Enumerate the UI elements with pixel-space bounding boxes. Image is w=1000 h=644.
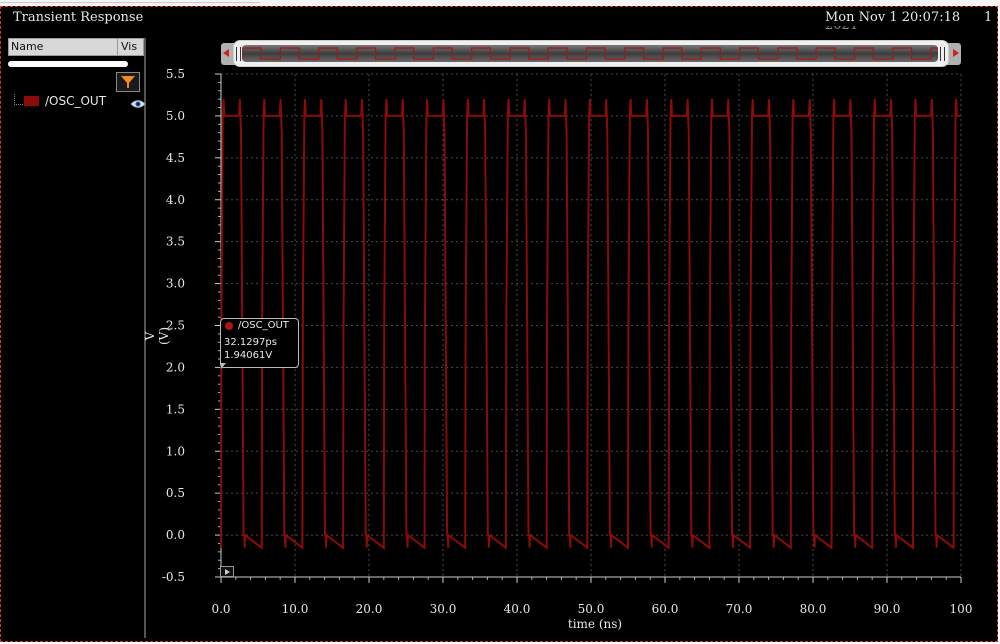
x-tick-label: 100 <box>950 602 973 616</box>
tooltip-y-value: 1.94061V <box>224 350 273 361</box>
y-tick-label: 0.5 <box>166 486 185 500</box>
y-tick-label: 2.0 <box>166 360 185 374</box>
tooltip-signal-dot <box>225 322 233 330</box>
tooltip-pointer <box>221 363 226 369</box>
x-axis-label: time (ns) <box>567 617 623 631</box>
x-tick-label: 20.0 <box>356 602 383 616</box>
tooltip-x-value: 32.1297ps <box>224 337 277 348</box>
x-tick-label: 60.0 <box>652 602 679 616</box>
x-tick-label: 70.0 <box>726 602 753 616</box>
x-tick-label: 30.0 <box>430 602 457 616</box>
y-tick-label: 5.0 <box>166 109 185 123</box>
y-tick-label: 1.5 <box>166 402 185 416</box>
y-tick-label: 5.5 <box>166 67 185 81</box>
y-tick-label: -0.5 <box>162 570 185 584</box>
y-tick-label: 4.5 <box>166 151 185 165</box>
tooltip-signal-name: /OSC_OUT <box>238 320 289 331</box>
x-tick-label: 40.0 <box>504 602 531 616</box>
y-tick-label: 4.0 <box>166 193 185 207</box>
y-tick-label: 3.0 <box>166 277 185 291</box>
marker-tooltip[interactable]: /OSC_OUT 32.1297ps 1.94061V <box>220 318 299 368</box>
x-tick-label: 0.0 <box>211 602 230 616</box>
x-tick-label: 10.0 <box>282 602 309 616</box>
y-tick-label: 3.5 <box>166 235 185 249</box>
x-tick-label: 80.0 <box>800 602 827 616</box>
play-button[interactable] <box>220 566 234 577</box>
y-tick-label: 0.0 <box>166 528 185 542</box>
y-tick-label: 1.0 <box>166 444 185 458</box>
x-tick-label: 50.0 <box>578 602 605 616</box>
y-axis-label: V (V) <box>143 326 171 346</box>
x-tick-label: 90.0 <box>874 602 901 616</box>
